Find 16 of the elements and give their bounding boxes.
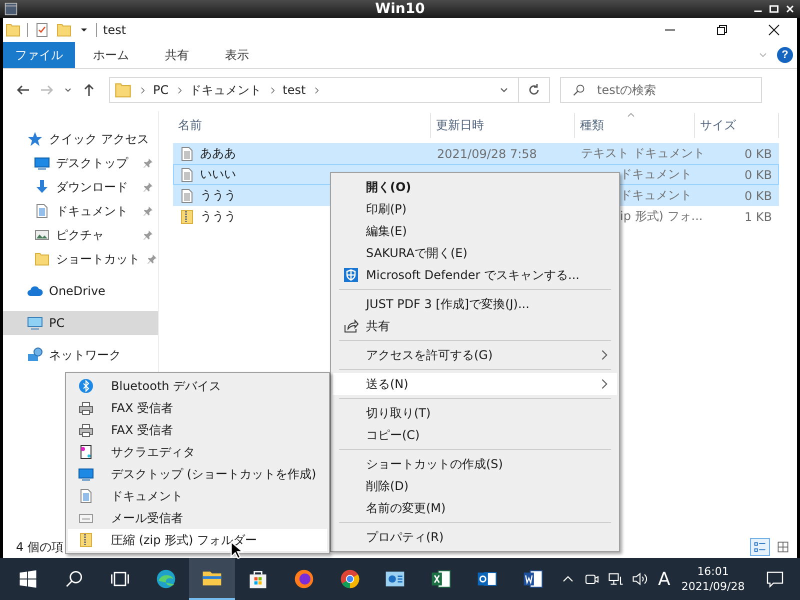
folder-title: test	[103, 23, 126, 37]
file-name: いいい	[200, 166, 236, 183]
file-size: 1 KB	[744, 210, 772, 224]
file-size: 0 KB	[744, 168, 772, 182]
file-type: ip 形式) フォ...	[620, 208, 703, 225]
file-name: ううう	[200, 187, 236, 204]
item-count: 4 個の項	[16, 538, 64, 556]
file-name: ううう	[200, 208, 236, 225]
file-size: 0 KB	[744, 146, 772, 160]
file-size: 0 KB	[744, 188, 772, 202]
file-type: ドキュメント	[620, 166, 692, 183]
file-type: テキスト ドキュメント	[581, 145, 705, 162]
window-title: Win10	[375, 1, 425, 17]
file-type: ドキュメント	[620, 187, 692, 204]
modified-date: 2021/09/28 7:58	[437, 146, 537, 160]
file-name: あああ	[200, 145, 236, 162]
